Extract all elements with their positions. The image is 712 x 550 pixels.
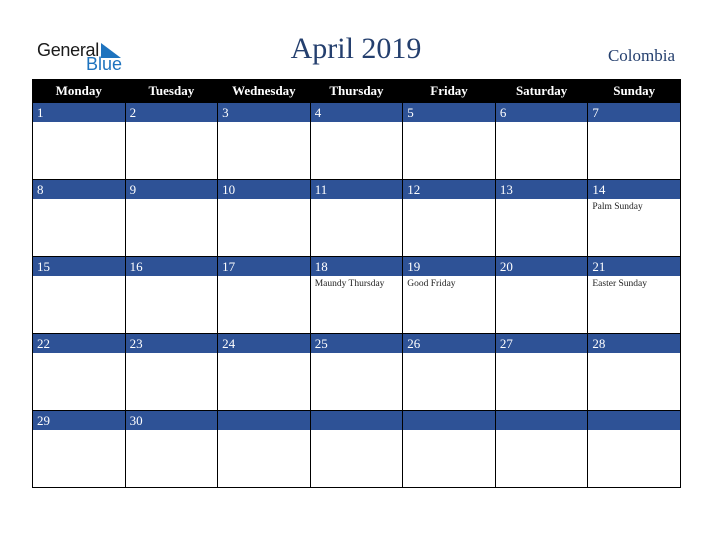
- day-cell[interactable]: 6: [494, 102, 589, 180]
- day-cell[interactable]: 24: [217, 333, 311, 411]
- day-cell[interactable]: 7: [587, 102, 681, 180]
- day-cell[interactable]: 8: [32, 179, 126, 257]
- weekday-header: Saturday: [494, 79, 589, 103]
- weekday-header: Sunday: [587, 79, 681, 103]
- day-cell[interactable]: 21 Easter Sunday: [587, 256, 681, 334]
- day-cell[interactable]: 11: [309, 179, 404, 257]
- day-cell[interactable]: 14 Palm Sunday: [587, 179, 681, 257]
- day-cell[interactable]: 4: [309, 102, 404, 180]
- day-number: 20: [495, 257, 588, 276]
- day-cell[interactable]: 17: [217, 256, 311, 334]
- day-number: 4: [310, 103, 403, 122]
- day-number: 29: [33, 411, 125, 430]
- day-cell[interactable]: 25: [309, 333, 404, 411]
- day-number: 19: [403, 257, 495, 276]
- day-number: 10: [218, 180, 310, 199]
- day-number: 23: [125, 334, 218, 353]
- day-number: [310, 411, 403, 430]
- day-number: 30: [125, 411, 218, 430]
- day-number: 28: [588, 334, 680, 353]
- day-number: 14: [588, 180, 680, 199]
- day-number: 13: [495, 180, 588, 199]
- weekday-header-row: Monday Tuesday Wednesday Thursday Friday…: [32, 79, 681, 103]
- day-number: [495, 411, 588, 430]
- day-number: 26: [403, 334, 495, 353]
- day-cell[interactable]: [217, 410, 311, 488]
- day-cell[interactable]: [494, 410, 589, 488]
- day-number: 18: [310, 257, 403, 276]
- day-cell[interactable]: 22: [32, 333, 126, 411]
- country-label: Colombia: [607, 46, 675, 65]
- day-number: [218, 411, 310, 430]
- day-number: 2: [125, 103, 218, 122]
- weekday-header: Tuesday: [124, 79, 219, 103]
- day-number: 5: [403, 103, 495, 122]
- day-number: 17: [218, 257, 310, 276]
- day-cell[interactable]: 27: [494, 333, 589, 411]
- week-row: 22 23 24 25 26 27 28: [32, 333, 681, 411]
- day-cell[interactable]: 15: [32, 256, 126, 334]
- day-number: 15: [33, 257, 125, 276]
- day-number: 9: [125, 180, 218, 199]
- weekday-header: Friday: [402, 79, 496, 103]
- day-cell[interactable]: 1: [32, 102, 126, 180]
- day-number: 24: [218, 334, 310, 353]
- holiday-label: Easter Sunday: [592, 279, 647, 289]
- day-number: [403, 411, 495, 430]
- day-cell[interactable]: 28: [587, 333, 681, 411]
- day-cell[interactable]: 5: [402, 102, 496, 180]
- weekday-header: Thursday: [309, 79, 404, 103]
- day-cell[interactable]: 26: [402, 333, 496, 411]
- day-number: 12: [403, 180, 495, 199]
- weekday-header: Wednesday: [217, 79, 311, 103]
- day-number: 8: [33, 180, 125, 199]
- day-number: 1: [33, 103, 125, 122]
- day-number: [588, 411, 680, 430]
- day-cell[interactable]: 13: [494, 179, 589, 257]
- day-number: 25: [310, 334, 403, 353]
- calendar-grid: Monday Tuesday Wednesday Thursday Friday…: [32, 79, 681, 488]
- day-cell[interactable]: 10: [217, 179, 311, 257]
- day-number: 16: [125, 257, 218, 276]
- day-cell[interactable]: 19 Good Friday: [402, 256, 496, 334]
- day-cell[interactable]: 2: [124, 102, 219, 180]
- day-number: 3: [218, 103, 310, 122]
- day-cell[interactable]: 9: [124, 179, 219, 257]
- day-cell[interactable]: [309, 410, 404, 488]
- day-number: 11: [310, 180, 403, 199]
- day-cell[interactable]: 16: [124, 256, 219, 334]
- day-number: 21: [588, 257, 680, 276]
- day-cell[interactable]: 18 Maundy Thursday: [309, 256, 404, 334]
- day-cell[interactable]: 3: [217, 102, 311, 180]
- week-row: 15 16 17 18 Maundy Thursday 19 Good Friday 20 21…: [32, 256, 681, 334]
- day-cell[interactable]: 30: [124, 410, 219, 488]
- weekday-header: Monday: [32, 79, 126, 103]
- month-title: April 2019: [290, 32, 422, 65]
- day-cell[interactable]: 29: [32, 410, 126, 488]
- day-cell[interactable]: 12: [402, 179, 496, 257]
- day-cell[interactable]: [587, 410, 681, 488]
- week-row: 8 9 10 11 12 13 14 Palm Sunday: [32, 179, 681, 257]
- week-row: 29 30: [32, 410, 681, 488]
- day-cell[interactable]: [402, 410, 496, 488]
- day-number: 27: [495, 334, 588, 353]
- day-cell[interactable]: 23: [124, 333, 219, 411]
- day-cell[interactable]: 20: [494, 256, 589, 334]
- week-row: 1234567: [32, 102, 681, 180]
- holiday-label: Palm Sunday: [592, 202, 643, 212]
- day-number: 22: [33, 334, 125, 353]
- day-number: 7: [588, 103, 680, 122]
- holiday-label: Good Friday: [407, 279, 456, 289]
- day-number: 6: [495, 103, 588, 122]
- holiday-label: Maundy Thursday: [314, 279, 385, 289]
